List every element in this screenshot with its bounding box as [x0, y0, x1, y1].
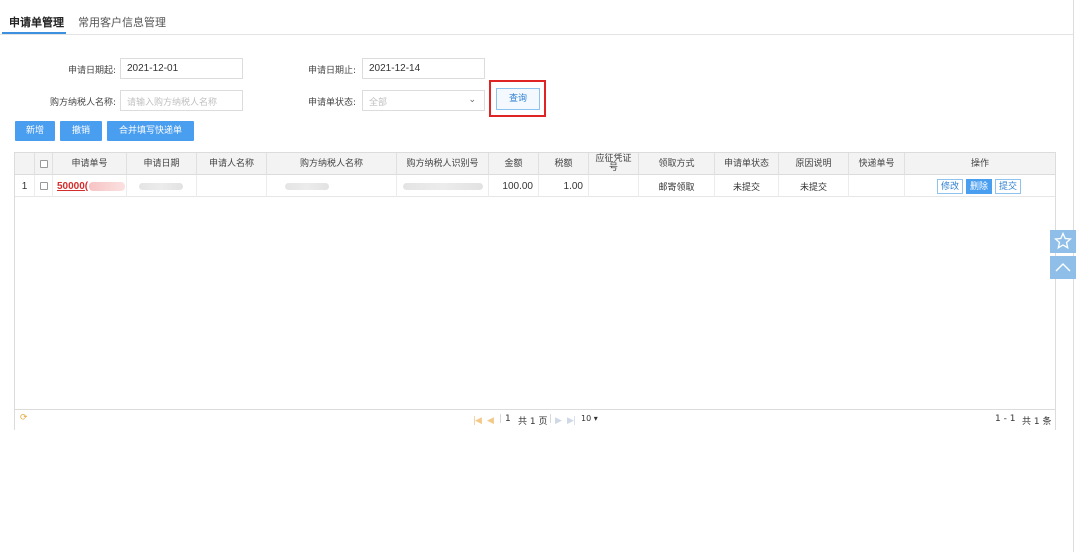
query-button[interactable]: 查询	[496, 88, 540, 110]
add-button[interactable]: 新增	[15, 121, 55, 141]
buyer-name-input[interactable]: 请输入购方纳税人名称	[120, 90, 243, 111]
redacted-tax-id	[403, 182, 483, 190]
row-applicant-name	[197, 175, 267, 197]
row-status: 未提交	[715, 175, 779, 197]
first-page-icon[interactable]: |◀	[473, 416, 482, 426]
favorite-button[interactable]	[1050, 230, 1076, 253]
current-page[interactable]: 1	[505, 414, 511, 424]
range-info: 1 - 1	[995, 414, 1016, 424]
header-pickup-method: 领取方式	[639, 153, 715, 175]
tab-customer-info-management[interactable]: 常用客户信息管理	[78, 14, 166, 30]
status-select[interactable]: 全部 ⌄	[362, 90, 485, 111]
row-checkbox[interactable]	[35, 175, 53, 197]
header-applicant-name: 申请人名称	[197, 153, 267, 175]
checkbox-icon[interactable]	[39, 160, 48, 168]
application-table: 申请单号 申请日期 申请人名称 购方纳税人名称 购方纳税人识别号 金额 税额 应…	[14, 152, 1056, 430]
last-page-icon[interactable]: ▶|	[567, 416, 576, 426]
header-select-all[interactable]	[35, 153, 53, 175]
submit-button[interactable]: 提交	[995, 178, 1022, 194]
row-buyer-name	[267, 175, 397, 197]
tab-application-management[interactable]: 申请单管理	[9, 14, 64, 30]
page-size-select[interactable]: 10 ▾	[581, 414, 598, 423]
header-buyer-tax-id: 购方纳税人识别号	[397, 153, 489, 175]
redacted-app-no	[89, 181, 126, 191]
app-no-link[interactable]: 50000(	[57, 181, 88, 192]
star-icon	[1053, 231, 1073, 250]
table-header: 申请单号 申请日期 申请人名称 购方纳税人名称 购方纳税人识别号 金额 税额 应…	[15, 153, 1055, 175]
row-buyer-tax-id	[397, 175, 489, 197]
delete-button[interactable]: 删除	[966, 178, 993, 194]
row-voucher-no	[589, 175, 639, 197]
status-label: 申请单状态:	[307, 98, 356, 108]
header-index	[15, 153, 35, 175]
row-pickup-method: 邮寄领取	[639, 175, 715, 197]
edit-button[interactable]: 修改	[937, 178, 964, 194]
header-actions: 操作	[970, 158, 989, 169]
row-actions: 修改 删除 提交	[905, 175, 1055, 197]
row-app-no[interactable]: 50000(	[53, 175, 127, 197]
checkbox-icon[interactable]	[39, 182, 48, 190]
merge-express-button[interactable]: 合并填写快递单	[107, 121, 194, 141]
pager-divider: |	[499, 414, 503, 424]
date-start-input[interactable]: 2021-12-01	[120, 58, 243, 79]
row-express-no	[849, 175, 905, 197]
row-amount: 100.00	[489, 175, 539, 197]
date-end-input[interactable]: 2021-12-14	[362, 58, 485, 79]
redacted-date	[139, 182, 183, 190]
refresh-icon[interactable]: ⟳	[20, 413, 28, 423]
total-items: 共 1 条	[1022, 417, 1052, 427]
table-row: 1 50000( 100.00 1.00 邮寄领取 未提交 未提交 修改 删除 …	[15, 175, 1055, 197]
pagination-bar: ⟳ |◀ ◀ | 1 共 1 页 | ▶ ▶| 10 ▾ 1 - 1 共 1 条	[15, 409, 1055, 430]
header-app-date: 申请日期	[127, 153, 197, 175]
header-tax: 税额	[539, 153, 589, 175]
header-voucher-no: 应征凭证号	[589, 153, 639, 175]
header-app-no: 申请单号	[53, 153, 127, 175]
header-status: 申请单状态	[715, 153, 779, 175]
date-start-label: 申请日期起:	[67, 66, 116, 76]
buyer-name-label: 购方纳税人名称:	[49, 98, 116, 108]
header-buyer-name: 购方纳税人名称	[267, 153, 397, 175]
chevron-up-icon	[1055, 263, 1071, 272]
row-app-date	[127, 175, 197, 197]
revoke-button[interactable]: 撤销	[60, 121, 102, 141]
status-select-value: 全部	[369, 97, 388, 107]
date-end-label: 申请日期止:	[307, 66, 356, 76]
row-reason: 未提交	[779, 175, 849, 197]
chevron-down-icon: ⌄	[468, 94, 476, 104]
active-tab-indicator	[2, 32, 66, 34]
prev-page-icon[interactable]: ◀	[487, 416, 494, 426]
row-tax: 1.00	[539, 175, 589, 197]
total-pages: 共 1 页	[518, 417, 548, 427]
row-index: 1	[15, 175, 35, 197]
tab-bar: 申请单管理 常用客户信息管理	[0, 0, 1074, 35]
pager-divider: |	[549, 414, 553, 424]
header-amount: 金额	[489, 153, 539, 175]
header-reason: 原因说明	[779, 153, 849, 175]
back-to-top-button[interactable]	[1050, 256, 1076, 279]
redacted-buyer-name	[285, 182, 329, 190]
header-express-no: 快递单号	[849, 153, 905, 175]
next-page-icon[interactable]: ▶	[555, 416, 562, 426]
